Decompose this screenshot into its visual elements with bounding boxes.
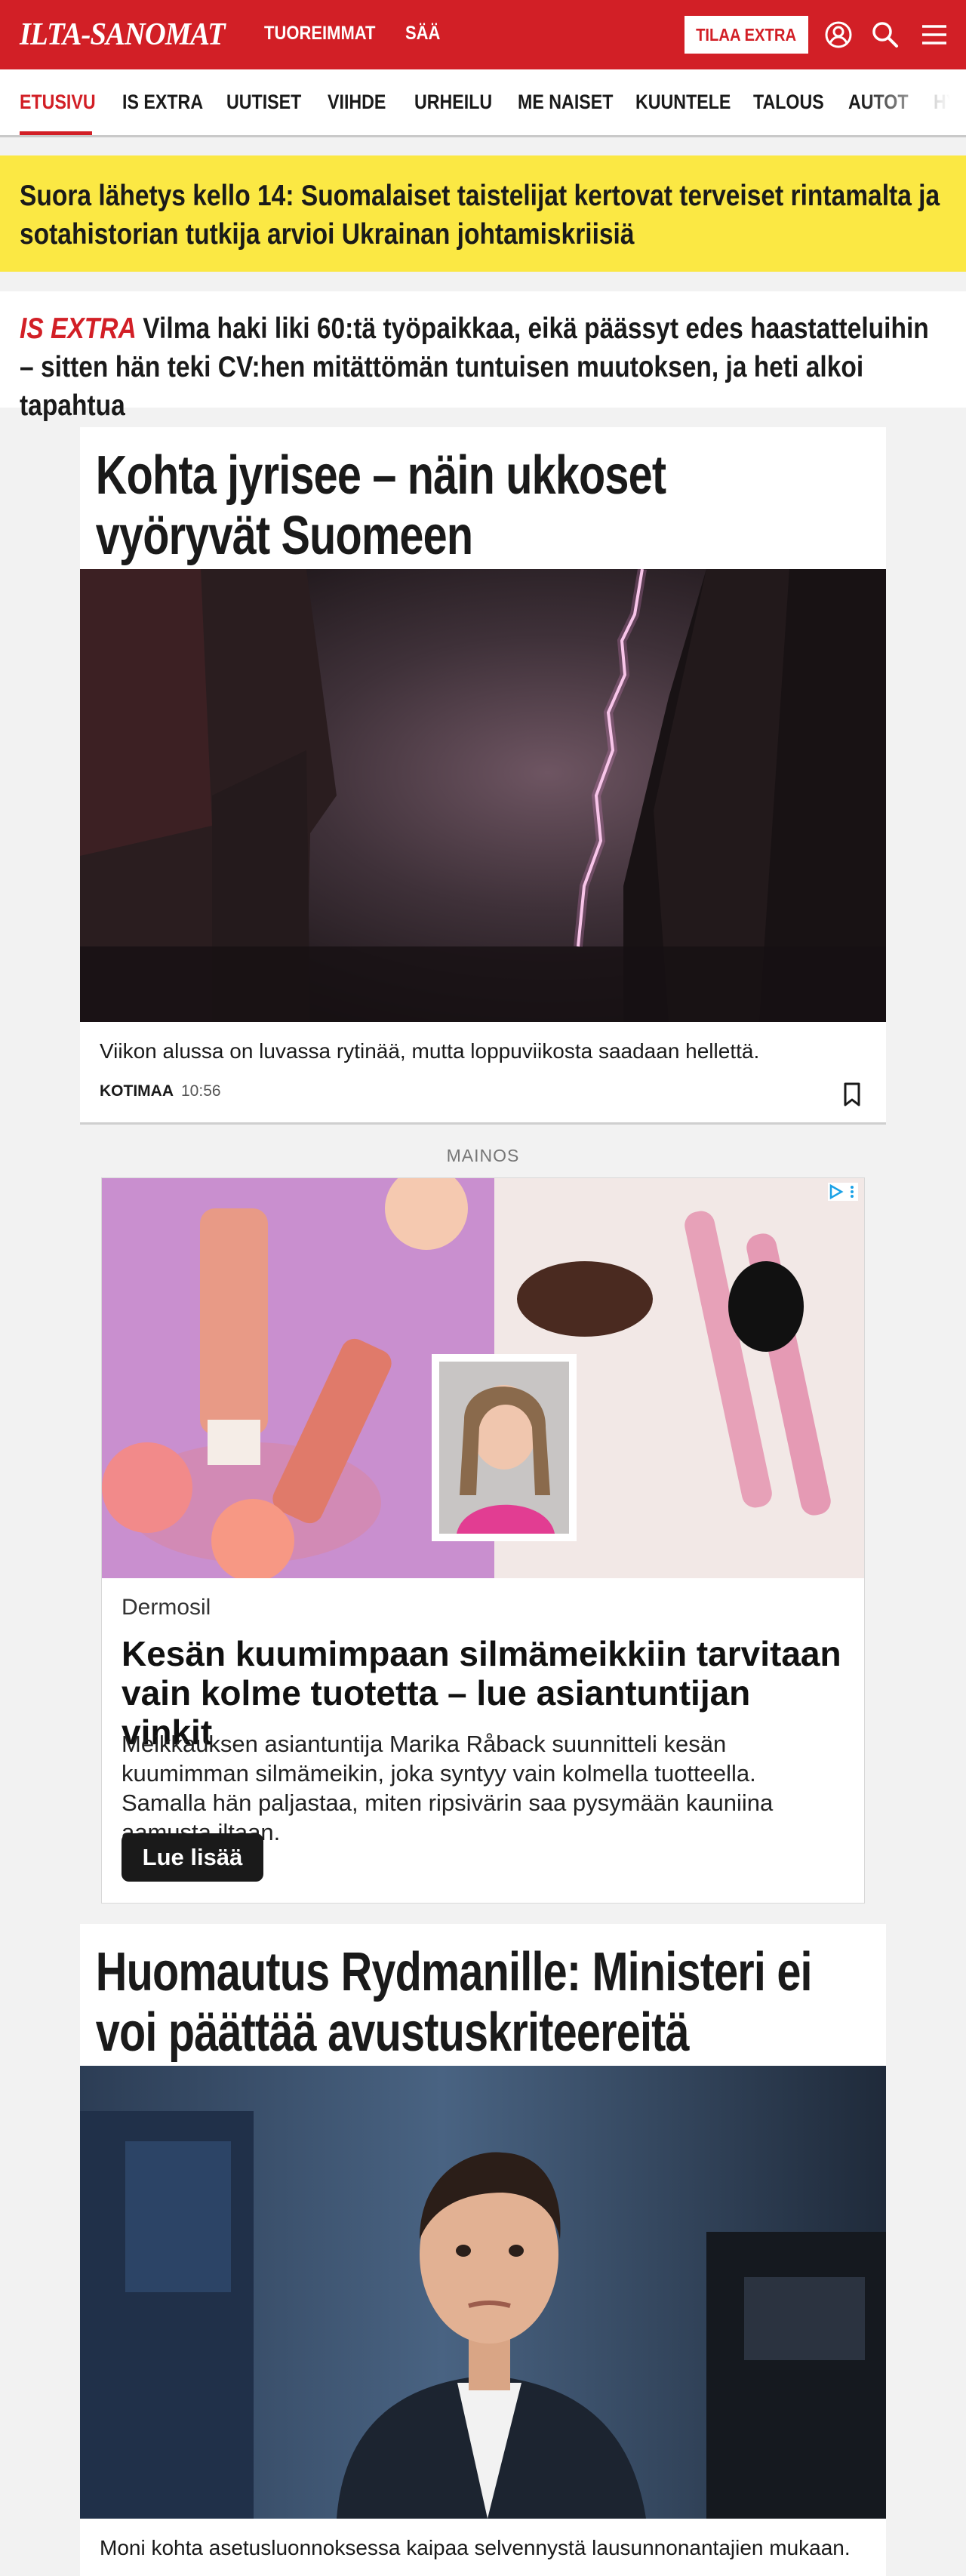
lightning-photo[interactable]: [80, 569, 886, 1022]
site-logo[interactable]: ILTA-SANOMAT: [20, 17, 226, 53]
scroll-fade: [860, 69, 966, 135]
search-icon[interactable]: [870, 20, 900, 50]
section-talous[interactable]: TALOUS: [753, 91, 824, 114]
extra-teaser-text: Vilma haki liki 60:tä työpaikkaa, eikä p…: [20, 312, 929, 422]
section-kuuntele[interactable]: KUUNTELE: [635, 91, 731, 114]
nav-weather[interactable]: SÄÄ: [405, 23, 440, 45]
article-card[interactable]: Kohta jyrisee – näin ukkoset vyöryvät Su…: [80, 427, 886, 1125]
section-me-naiset[interactable]: ME NAISET: [518, 91, 613, 114]
section-etusivu[interactable]: ETUSIVU: [20, 91, 96, 114]
live-banner[interactable]: Suora lähetys kello 14: Suomalaiset tais…: [0, 155, 966, 272]
section-urheilu[interactable]: URHEILU: [414, 91, 492, 114]
article-headline[interactable]: Huomautus Rydmanille: Ministeri ei voi p…: [80, 1924, 865, 2063]
ad-label: MAINOS: [446, 1146, 520, 1165]
section-uutiset[interactable]: UUTISET: [226, 91, 301, 114]
section-is-extra[interactable]: IS EXTRA: [122, 91, 203, 114]
user-icon[interactable]: [823, 20, 854, 50]
article-headline[interactable]: Kohta jyrisee – näin ukkoset vyöryvät Su…: [80, 427, 865, 566]
article-meta: KOTIMAA 10:56: [100, 1082, 221, 1100]
section-viihde[interactable]: VIIHDE: [328, 91, 386, 114]
minister-portrait[interactable]: [80, 2066, 886, 2519]
bookmark-icon[interactable]: [841, 1081, 863, 1108]
subscribe-label: TILAA EXTRA: [696, 25, 797, 45]
top-bar: ILTA-SANOMAT TUOREIMMAT SÄÄ TILAA EXTRA: [0, 0, 966, 69]
extra-kicker: IS EXTRA: [20, 312, 137, 345]
adchoices-icon[interactable]: [828, 1183, 858, 1201]
menu-icon[interactable]: [919, 20, 949, 50]
active-section-indicator: [20, 131, 92, 135]
live-banner-text[interactable]: Suora lähetys kello 14: Suomalaiset tais…: [20, 177, 948, 254]
article-time: 10:56: [181, 1082, 221, 1100]
nav-latest[interactable]: TUOREIMMAT: [264, 23, 375, 45]
ad-brand: Dermosil: [122, 1595, 211, 1620]
ad-body: Meikkauksen asiantuntija Marika Råback s…: [122, 1731, 774, 1845]
article-card[interactable]: Huomautus Rydmanille: Ministeri ei voi p…: [80, 1924, 886, 2576]
section-nav: ETUSIVU IS EXTRA UUTISET VIIHDE URHEILU …: [0, 69, 966, 137]
ad-card[interactable]: Dermosil Kesän kuumimpaan silmämeikkiin …: [101, 1177, 865, 1904]
extra-teaser[interactable]: IS EXTRA Vilma haki liki 60:tä työpaikkaa…: [0, 291, 966, 422]
card-divider: [80, 1122, 886, 1125]
subscribe-button[interactable]: TILAA EXTRA: [685, 16, 808, 54]
ad-read-more-button[interactable]: Lue lisää: [122, 1833, 263, 1882]
article-lead: Viikon alussa on luvassa rytinää, mutta …: [100, 1039, 760, 1063]
article-lead: Moni kohta asetusluonnoksessa kaipaa sel…: [100, 2536, 851, 2559]
extra-teaser-headline[interactable]: IS EXTRA Vilma haki liki 60:tä työpaikkaa…: [20, 309, 948, 425]
ad-image[interactable]: [102, 1178, 864, 1578]
article-category[interactable]: KOTIMAA: [100, 1082, 174, 1100]
